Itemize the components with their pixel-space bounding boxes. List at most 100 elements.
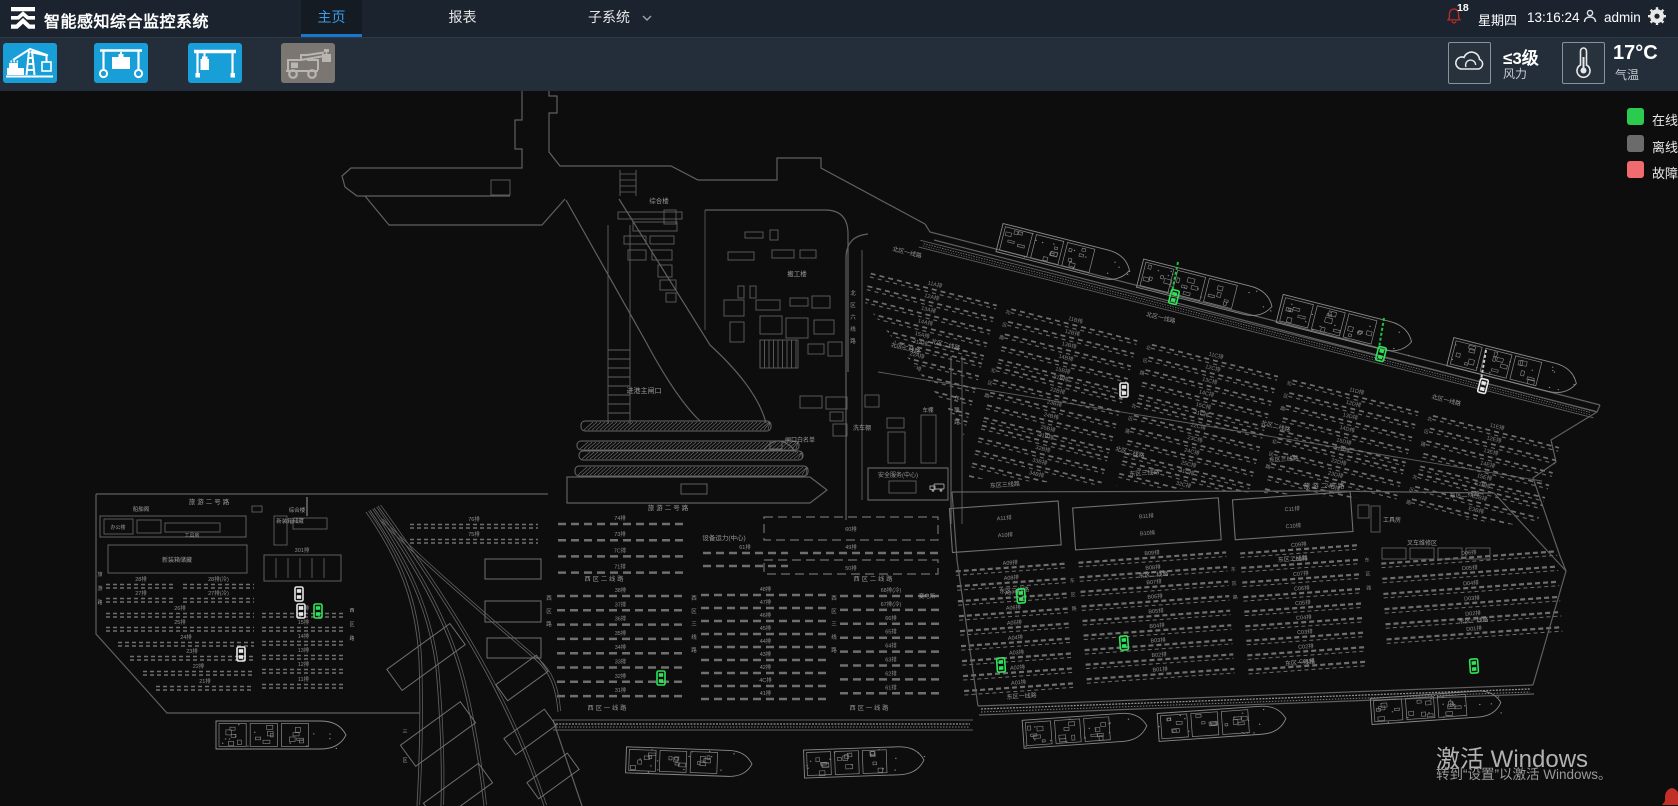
svg-text:车棚: 车棚 bbox=[922, 406, 934, 414]
svg-text:D01排: D01排 bbox=[1466, 624, 1483, 633]
svg-text:区: 区 bbox=[987, 380, 993, 387]
svg-text:东区一线路: 东区一线路 bbox=[1006, 691, 1037, 701]
svg-text:路: 路 bbox=[1279, 405, 1286, 413]
svg-text:区: 区 bbox=[1423, 429, 1429, 436]
svg-text:47排: 47排 bbox=[760, 598, 772, 606]
svg-text:45排: 45排 bbox=[760, 624, 772, 632]
svg-text:35排: 35排 bbox=[615, 629, 627, 637]
svg-text:35A排: 35A排 bbox=[885, 445, 902, 457]
svg-text:11C排: 11C排 bbox=[1208, 350, 1225, 362]
svg-text:北区二线路: 北区二线路 bbox=[1114, 445, 1145, 460]
svg-text:62排: 62排 bbox=[885, 669, 897, 677]
svg-text:22排: 22排 bbox=[193, 662, 205, 670]
svg-text:西: 西 bbox=[546, 595, 552, 602]
svg-text:C09排: C09排 bbox=[1291, 540, 1308, 549]
svg-text:C10排: C10排 bbox=[1285, 521, 1302, 530]
svg-text:31A排: 31A排 bbox=[897, 395, 914, 407]
svg-text:西: 西 bbox=[691, 595, 697, 602]
svg-text:区: 区 bbox=[831, 608, 837, 615]
svg-text:33D排: 33D排 bbox=[1312, 527, 1330, 539]
svg-text:A08排: A08排 bbox=[1003, 573, 1019, 582]
svg-text:B01排: B01排 bbox=[1152, 665, 1168, 674]
svg-text:71排: 71排 bbox=[614, 563, 626, 571]
svg-text:11D排: 11D排 bbox=[1348, 385, 1365, 397]
svg-text:11A排: 11A排 bbox=[927, 279, 944, 291]
svg-text:14排: 14排 bbox=[298, 632, 310, 640]
svg-text:工具房: 工具房 bbox=[1383, 516, 1401, 524]
svg-text:路: 路 bbox=[998, 334, 1005, 342]
svg-text:C04排: C04排 bbox=[1296, 613, 1313, 622]
svg-text:A06排: A06排 bbox=[1006, 603, 1022, 612]
svg-text:路: 路 bbox=[691, 646, 697, 654]
svg-text:33排: 33排 bbox=[615, 658, 627, 666]
svg-text:东: 东 bbox=[1069, 577, 1074, 584]
svg-text:B05排: B05排 bbox=[1148, 606, 1164, 615]
svg-text:37排: 37排 bbox=[615, 600, 627, 608]
svg-text:洗车棚: 洗车棚 bbox=[853, 424, 871, 432]
svg-text:路: 路 bbox=[1139, 369, 1146, 377]
svg-text:线: 线 bbox=[850, 325, 856, 333]
svg-text:东: 东 bbox=[954, 394, 960, 402]
svg-text:联: 联 bbox=[954, 406, 960, 414]
svg-text:综合楼: 综合楼 bbox=[649, 196, 669, 205]
svg-text:区: 区 bbox=[1142, 358, 1148, 365]
svg-text:三: 三 bbox=[402, 729, 407, 735]
svg-text:B04排: B04排 bbox=[1149, 621, 1165, 630]
svg-text:三: 三 bbox=[831, 621, 837, 628]
svg-text:路: 路 bbox=[831, 646, 837, 654]
svg-text:67排(冷): 67排(冷) bbox=[881, 600, 902, 608]
svg-text:游: 游 bbox=[97, 585, 102, 592]
svg-text:B03排: B03排 bbox=[1150, 635, 1166, 644]
svg-text:线: 线 bbox=[691, 633, 697, 641]
svg-text:C05排: C05排 bbox=[1295, 598, 1312, 607]
svg-text:A03排: A03排 bbox=[1009, 648, 1025, 657]
svg-text:7C排: 7C排 bbox=[614, 546, 627, 554]
svg-text:旅游二号路: 旅游二号路 bbox=[189, 497, 232, 506]
svg-text:船舶阁: 船舶阁 bbox=[133, 505, 150, 513]
svg-text:变电所: 变电所 bbox=[919, 592, 936, 600]
svg-text:三: 三 bbox=[691, 621, 697, 628]
svg-text:路: 路 bbox=[1124, 427, 1131, 435]
svg-text:东: 东 bbox=[1364, 556, 1369, 563]
svg-text:北: 北 bbox=[1286, 380, 1293, 388]
svg-text:43排: 43排 bbox=[760, 650, 772, 658]
svg-text:A10排: A10排 bbox=[997, 530, 1013, 539]
svg-text:31E排: 31E排 bbox=[1460, 537, 1477, 549]
svg-text:32排: 32排 bbox=[615, 672, 627, 680]
svg-text:综合楼: 综合楼 bbox=[289, 506, 306, 514]
svg-text:路: 路 bbox=[1366, 584, 1371, 591]
svg-text:50排: 50排 bbox=[845, 564, 857, 572]
svg-text:线: 线 bbox=[831, 633, 837, 641]
svg-text:28排(冷): 28排(冷) bbox=[208, 575, 229, 583]
svg-text:路: 路 bbox=[1265, 463, 1272, 471]
svg-text:区: 区 bbox=[691, 608, 697, 615]
svg-text:路: 路 bbox=[984, 392, 991, 400]
svg-text:23排: 23排 bbox=[186, 647, 198, 655]
svg-text:西区二线路: 西区二线路 bbox=[585, 575, 626, 583]
svg-text:区: 区 bbox=[1408, 487, 1414, 494]
svg-text:33A排: 33A排 bbox=[891, 420, 908, 432]
svg-text:北: 北 bbox=[1130, 402, 1137, 410]
svg-text:65排: 65排 bbox=[885, 628, 897, 636]
svg-text:北区一线路: 北区一线路 bbox=[1431, 393, 1462, 408]
svg-text:E5B排: E5B排 bbox=[1461, 529, 1479, 541]
svg-text:西: 西 bbox=[349, 608, 354, 614]
svg-text:B11排: B11排 bbox=[1139, 511, 1155, 520]
svg-text:44排: 44排 bbox=[760, 637, 772, 645]
svg-text:A05排: A05排 bbox=[1007, 618, 1023, 627]
svg-text:路: 路 bbox=[1405, 499, 1412, 507]
svg-text:路: 路 bbox=[97, 599, 102, 606]
svg-text:西区一线路: 西区一线路 bbox=[850, 704, 891, 712]
svg-text:路: 路 bbox=[546, 620, 552, 628]
svg-text:35B排: 35B排 bbox=[1025, 481, 1042, 493]
svg-text:27排(冷): 27排(冷) bbox=[208, 589, 229, 597]
svg-text:区: 区 bbox=[349, 622, 354, 628]
svg-text:西: 西 bbox=[831, 595, 837, 602]
svg-text:区: 区 bbox=[1001, 322, 1007, 329]
svg-text:叉车维修区: 叉车维修区 bbox=[1407, 539, 1437, 547]
svg-text:60排: 60排 bbox=[845, 525, 857, 533]
svg-text:B08排: B08排 bbox=[1145, 563, 1161, 572]
svg-text:东区三线路: 东区三线路 bbox=[990, 480, 1021, 490]
svg-text:区: 区 bbox=[1071, 592, 1076, 598]
svg-text:24排: 24排 bbox=[180, 633, 192, 641]
